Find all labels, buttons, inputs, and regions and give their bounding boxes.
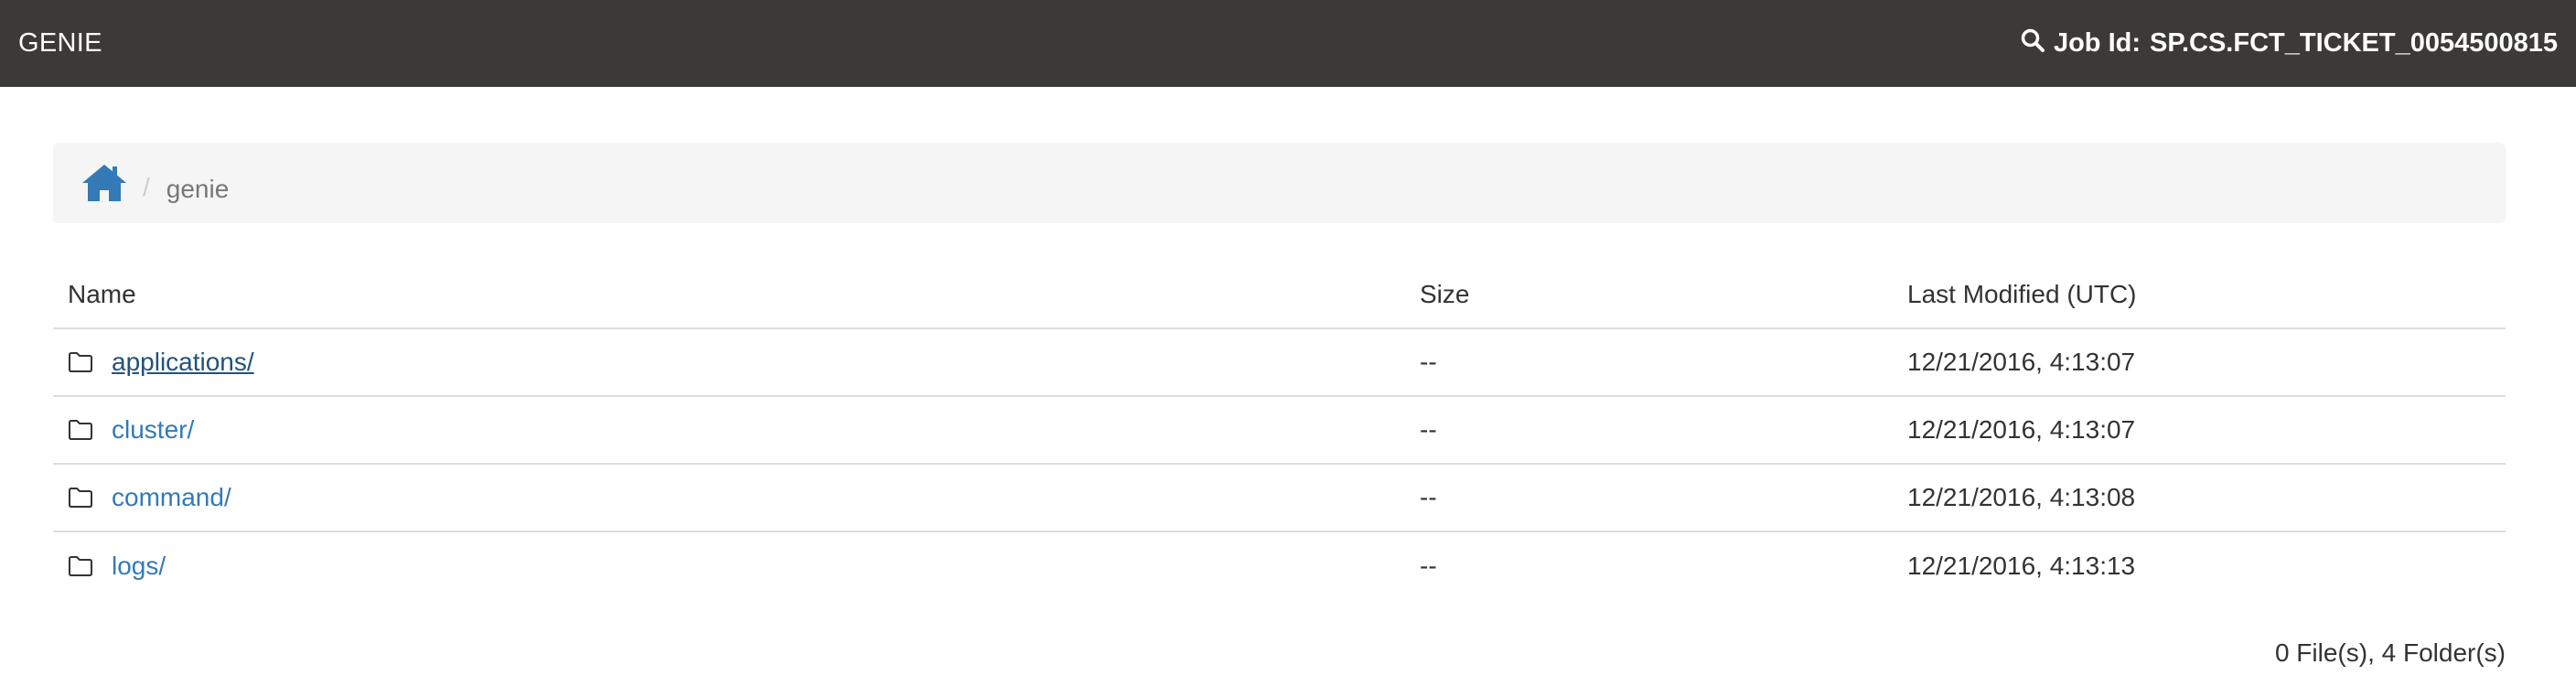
size-cell: -- [1420,551,1437,580]
header-last-modified[interactable]: Last Modified (UTC) [1893,262,2506,329]
brand-link[interactable]: GENIE [18,28,102,59]
modified-cell: 12/21/2016, 4:13:07 [1893,396,2506,465]
top-navbar: GENIE Job Id: SP.CS.FCT_TICKET_005450081… [0,0,2576,87]
folder-icon [68,351,93,373]
folder-icon [68,419,93,441]
breadcrumb-separator: / [143,173,150,201]
folder-icon [68,487,93,509]
modified-cell: 12/21/2016, 4:13:07 [1893,328,2506,397]
table-row: command/ -- 12/21/2016, 4:13:08 [53,464,2506,532]
header-size[interactable]: Size [1405,262,1893,329]
table-row: applications/ -- 12/21/2016, 4:13:07 [53,328,2506,397]
size-cell: -- [1405,464,1893,532]
header-name[interactable]: Name [53,262,1405,329]
search-icon[interactable] [2021,28,2045,59]
folder-icon [68,555,93,577]
job-id-label: Job Id: [2053,28,2141,58]
folder-link-logs[interactable]: logs/ [112,552,166,581]
breadcrumb: / genie [53,143,2506,223]
size-cell: -- [1405,328,1893,397]
size-cell: -- [1405,396,1893,465]
job-id-value: SP.CS.FCT_TICKET_0054500815 [2150,28,2558,58]
table-row: cluster/ -- 12/21/2016, 4:13:07 [53,396,2506,465]
breadcrumb-current: genie [166,175,230,203]
modified-cell: 12/21/2016, 4:13:08 [1893,464,2506,532]
file-table: Name Size Last Modified (UTC) applicatio… [53,262,2506,599]
table-row: logs/ -- 12/21/2016, 4:13:13 [53,531,2506,599]
modified-cell: 12/21/2016, 4:13:13 [1907,551,2136,580]
job-id-display: Job Id: SP.CS.FCT_TICKET_0054500815 [2021,28,2558,59]
home-icon[interactable] [80,163,128,203]
file-count-summary: 0 File(s), 4 Folder(s) [2274,638,2506,667]
folder-link-cluster[interactable]: cluster/ [112,415,194,445]
folder-link-command[interactable]: command/ [112,483,231,512]
table-header-row: Name Size Last Modified (UTC) [53,262,2506,329]
folder-link-applications[interactable]: applications/ [112,348,254,377]
